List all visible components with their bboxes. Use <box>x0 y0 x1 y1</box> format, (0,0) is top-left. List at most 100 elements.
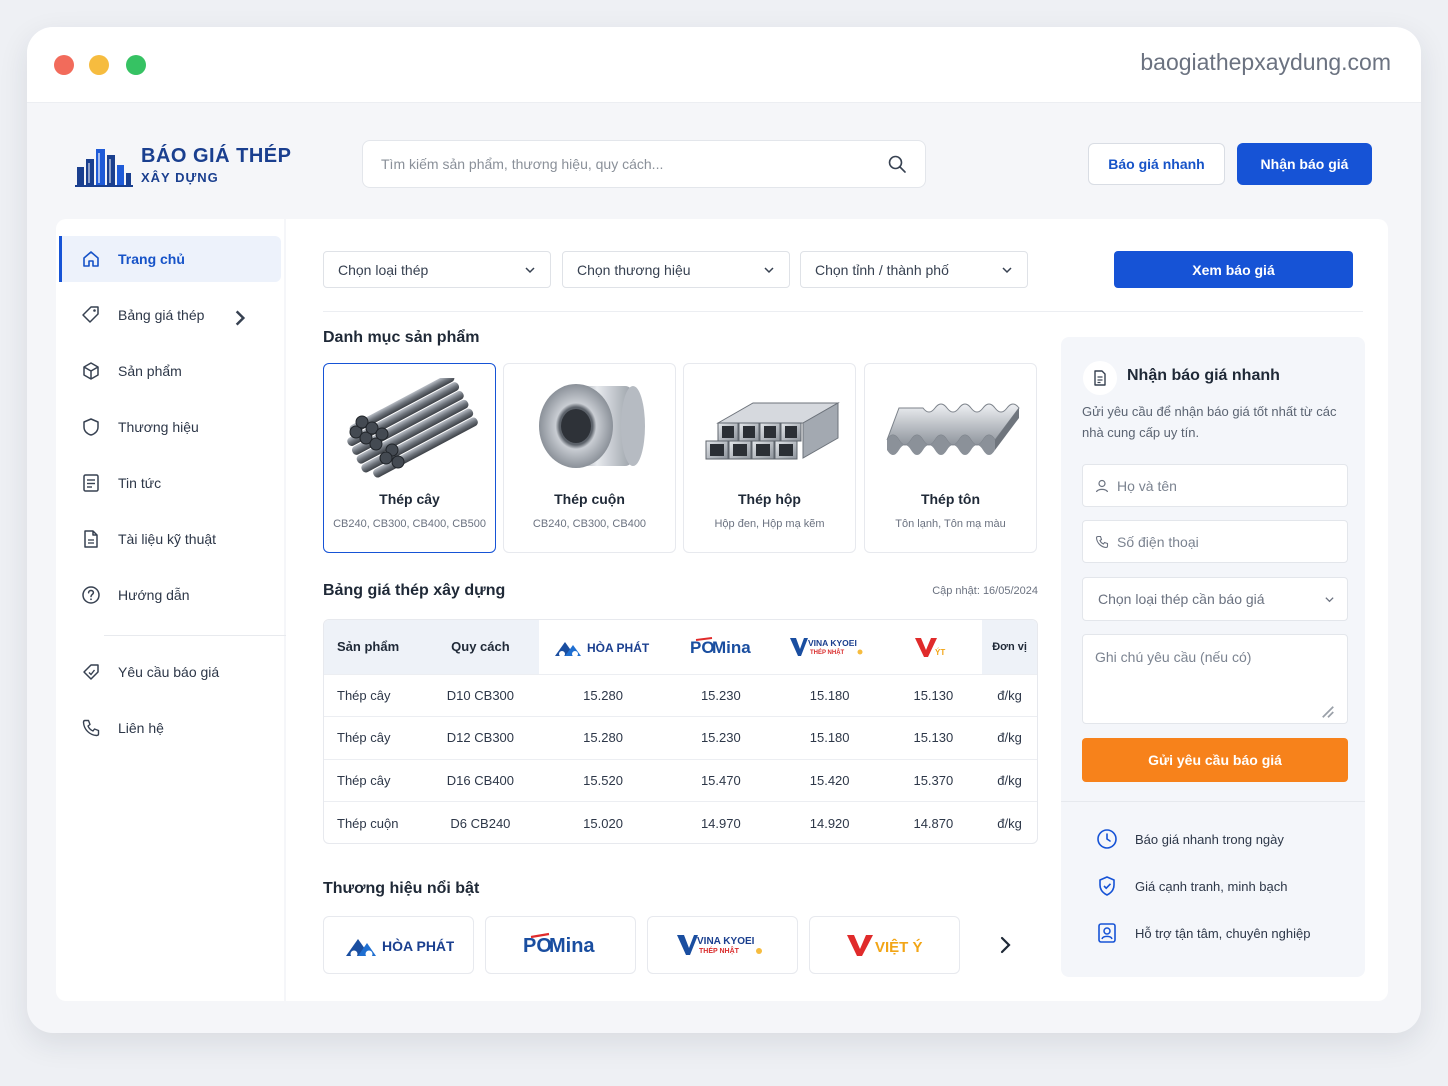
search-box[interactable] <box>362 140 926 188</box>
brand-card-hoaphat[interactable]: HÒA PHÁT <box>323 916 474 974</box>
cell-price-vietnam-y: 15.130 <box>884 716 983 759</box>
svg-text:ÝT: ÝT <box>935 648 945 657</box>
category-card-rebar[interactable]: Thép cây CB240, CB300, CB400, CB500 <box>323 363 496 553</box>
name-input[interactable] <box>1117 477 1335 494</box>
cell-unit: đ/kg <box>982 801 1037 843</box>
column-header-vietnam-y: ÝT <box>884 620 983 674</box>
brand-card-pomina[interactable]: PO Mina <box>485 916 636 974</box>
category-card-sheet[interactable]: Thép tôn Tôn lạnh, Tôn mạ màu <box>864 363 1037 553</box>
chevron-down-icon <box>525 266 535 273</box>
cell-price-pomina: 15.470 <box>666 758 775 802</box>
pomina-logo-po: PO <box>690 638 715 657</box>
quick-quote-button[interactable]: Báo giá nhanh <box>1088 143 1225 185</box>
hoaphat-logo-icon: HÒA PHÁT <box>555 640 650 657</box>
city-select-value: Chọn tỉnh / thành phố <box>815 261 949 278</box>
sidebar-item-label: Hướng dẫn <box>118 587 190 603</box>
cell-price-vinakyoei: 15.420 <box>774 758 885 802</box>
get-quote-button[interactable]: Nhận báo giá <box>1237 143 1372 185</box>
user-icon <box>1095 479 1109 492</box>
note-textarea[interactable] <box>1095 649 1335 709</box>
sidebar-item-news[interactable]: Tin tức <box>59 460 281 506</box>
cell-unit: đ/kg <box>982 673 1037 717</box>
steel-coil-image <box>539 384 645 468</box>
site-logo[interactable]: BÁO GIÁ THÉP XÂY DỰNG <box>75 143 291 187</box>
quote-panel-description: Gửi yêu cầu để nhận báo giá tốt nhất từ … <box>1082 404 1337 440</box>
search-input[interactable] <box>381 156 887 172</box>
vinakyoei-logo-icon: VINA KYOEI THÉP NHẬT <box>676 935 762 955</box>
sidebar-item-products[interactable]: Sản phẩm <box>59 348 281 394</box>
vinakyoei-logo-sub: THÉP NHẬT <box>699 946 740 955</box>
minimize-window-dot[interactable] <box>89 55 109 75</box>
chevron-right-icon[interactable] <box>995 935 1015 955</box>
pomina-logo-mina: Mina <box>549 935 595 957</box>
pomina-logo-po: PO <box>523 935 552 957</box>
brand-select-value: Chọn thương hiệu <box>577 261 691 278</box>
steel-type-quote-select[interactable]: Chọn loại thép cần báo giá <box>1082 577 1348 621</box>
feature-dedicated-support: Hỗ trợ tận tâm, chuyên nghiệp <box>1095 921 1310 945</box>
sidebar-item-quote-request[interactable]: Yêu cầu báo giá <box>59 649 281 695</box>
cell-price-vietnam-y: 15.130 <box>884 673 983 717</box>
sidebar-item-contact[interactable]: Liên hệ <box>59 705 281 751</box>
feature-fast-quote: Báo giá nhanh trong ngày <box>1095 827 1284 851</box>
featured-brands-title: Thương hiệu nổi bật <box>323 880 480 897</box>
clock-icon <box>1097 829 1117 849</box>
sidebar-item-price-list[interactable]: Bảng giá thép <box>59 292 281 338</box>
home-icon <box>83 251 99 267</box>
rebar-bundle-image <box>347 378 478 478</box>
cell-unit: đ/kg <box>982 758 1037 802</box>
cell-spec: D16 CB400 <box>421 758 540 802</box>
price-tag-icon <box>82 306 99 323</box>
shield-icon <box>83 418 99 436</box>
table-row: Thép cuộn D6 CB240 15.020 14.970 14.920 … <box>324 801 1037 843</box>
view-quote-button[interactable]: Xem báo giá <box>1114 251 1353 288</box>
sidebar-item-home[interactable]: Trang chủ <box>59 236 281 282</box>
note-field[interactable] <box>1082 634 1348 724</box>
column-header-vinakyoei: VINA KYOEI THÉP NHẬT <box>774 620 885 674</box>
maximize-window-dot[interactable] <box>126 55 146 75</box>
category-name: Thép cuộn <box>554 491 625 507</box>
category-card-coil[interactable]: Thép cuộn CB240, CB300, CB400 <box>503 363 676 553</box>
price-table-title: Bảng giá thép xây dựng <box>323 582 506 599</box>
sidebar-item-label: Thương hiệu <box>118 419 199 435</box>
category-name: Thép cây <box>379 491 440 507</box>
category-card-box[interactable]: Thép hộp Hộp đen, Hộp mạ kẽm <box>683 363 856 553</box>
sidebar-item-label: Bảng giá thép <box>118 307 205 323</box>
quote-form-icon-wrap <box>1083 361 1117 395</box>
brand-card-vinakyoei[interactable]: VINA KYOEI THÉP NHẬT <box>647 916 798 974</box>
city-select[interactable]: Chọn tỉnh / thành phố <box>800 251 1028 288</box>
cell-price-vinakyoei: 14.920 <box>774 801 885 843</box>
steel-type-select[interactable]: Chọn loại thép <box>323 251 551 288</box>
category-name: Thép hộp <box>738 491 801 507</box>
resize-grip-icon[interactable] <box>1321 705 1335 719</box>
category-spec: Hộp đen, Hộp mạ kẽm <box>714 518 825 530</box>
phone-field[interactable] <box>1082 520 1348 563</box>
phone-input[interactable] <box>1117 533 1335 550</box>
name-field[interactable] <box>1082 464 1348 507</box>
table-row: Thép cây D12 CB300 15.280 15.230 15.180 … <box>324 716 1037 759</box>
cell-product: Thép cây <box>324 758 422 802</box>
brand-card-vietnam-y[interactable]: VIỆT Ý <box>809 916 960 974</box>
table-row: Thép cây D16 CB400 15.520 15.470 15.420 … <box>324 758 1037 802</box>
cell-price-hoaphat: 15.280 <box>539 673 667 717</box>
sidebar-item-brands[interactable]: Thương hiệu <box>59 404 281 450</box>
cell-unit: đ/kg <box>982 716 1037 759</box>
vinakyoei-logo-text: VINA KYOEI <box>697 936 755 947</box>
column-header-unit: Đơn vị <box>992 640 1027 653</box>
sidebar-item-technical-docs[interactable]: Tài liệu kỹ thuật <box>59 516 281 562</box>
submit-quote-button[interactable]: Gửi yêu cầu báo giá <box>1082 738 1348 782</box>
category-spec: CB240, CB300, CB400, CB500 <box>333 518 486 530</box>
close-window-dot[interactable] <box>54 55 74 75</box>
category-spec: CB240, CB300, CB400 <box>532 518 647 530</box>
hoaphat-logo-text: HÒA PHÁT <box>587 640 650 655</box>
cell-product: Thép cây <box>324 673 422 717</box>
brand-select[interactable]: Chọn thương hiệu <box>562 251 790 288</box>
cell-price-hoaphat: 15.020 <box>539 801 667 843</box>
pomina-logo-icon: PO Mina <box>690 636 751 657</box>
hoaphat-logo-text: HÒA PHÁT <box>382 937 454 954</box>
search-icon[interactable] <box>887 154 907 174</box>
document-icon <box>84 530 98 548</box>
cell-spec: D6 CB240 <box>421 801 540 843</box>
category-spec: Tôn lạnh, Tôn mạ màu <box>895 518 1006 530</box>
sidebar-item-guide[interactable]: Hướng dẫn <box>59 572 281 618</box>
shield-check-icon <box>1099 876 1115 896</box>
